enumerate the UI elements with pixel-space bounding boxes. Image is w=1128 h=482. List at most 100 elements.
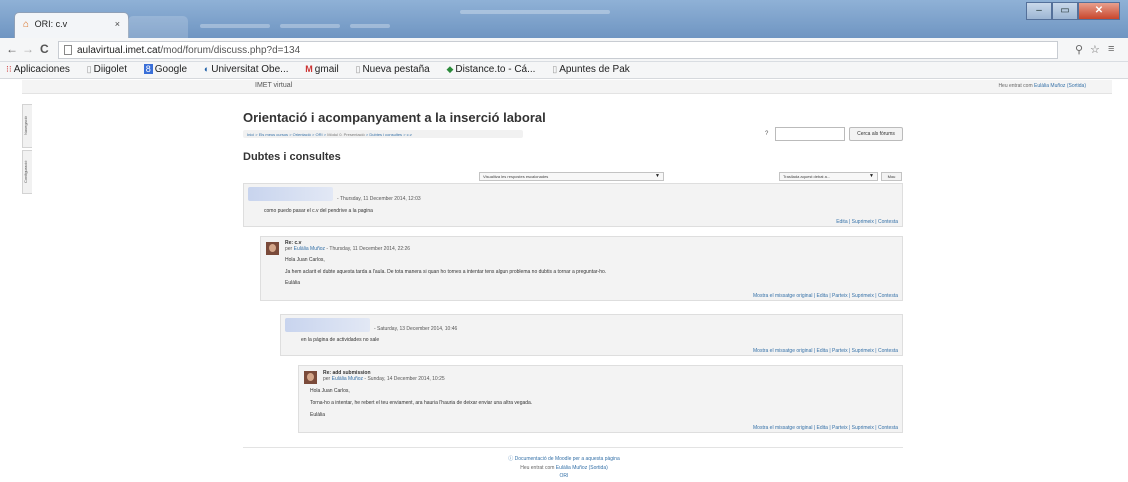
forum-search-input[interactable] xyxy=(775,127,845,141)
post-body: Torna-ho a intentar, he rebert el teu en… xyxy=(310,400,533,406)
bookmarks-bar: ⁝⁝ Aplicaciones ▯ Diigolet 8 Google ◐ Univer… xyxy=(0,62,1128,79)
page-icon: ▯ xyxy=(86,64,92,74)
footer-course-link[interactable]: ORI xyxy=(0,473,1128,479)
post-byline: per Eulàlia Muñoz - Sunday, 14 December … xyxy=(323,376,445,382)
post-author-link[interactable]: Eulàlia Muñoz xyxy=(332,376,363,382)
blurred-region xyxy=(200,24,270,28)
bookmark-google[interactable]: 8 Google xyxy=(143,64,194,75)
post-body: como puedo pasar el c.v del pendrive a l… xyxy=(264,208,373,214)
forum-search-button[interactable]: Cerca als fòrums xyxy=(849,127,903,141)
logout-link[interactable]: (Sortida) xyxy=(1067,83,1086,89)
url-path: /mod/forum/discuss.php?d=134 xyxy=(160,45,301,56)
side-tab-navigation[interactable]: Navegació xyxy=(22,104,32,148)
breadcrumb-item[interactable]: ORI xyxy=(315,132,322,137)
post-body: Eulàlia xyxy=(285,280,301,286)
post-body: Eulàlia xyxy=(310,412,326,418)
post-body: Ja hem aclarit el dubte aquesta tarda a … xyxy=(285,269,607,275)
side-tab-configuration[interactable]: Configuració xyxy=(22,150,32,194)
post-date: - Saturday, 13 December 2014, 10:46 xyxy=(374,326,458,332)
footer-user-link[interactable]: Eulàlia Muñoz xyxy=(556,465,587,471)
url-host: aulavirtual.imet.cat xyxy=(77,45,161,56)
footer-divider xyxy=(243,447,903,448)
zoom-icon[interactable]: ⚲ xyxy=(1075,43,1083,56)
breadcrumb-item[interactable]: Mòdul 0. Presentació xyxy=(327,132,365,137)
post-body: Hola Juan Carlos, xyxy=(310,388,350,394)
discussion-title: Dubtes i consultes xyxy=(243,151,341,163)
avatar[interactable] xyxy=(304,371,317,384)
dropdown-arrow-icon: ▼ xyxy=(869,173,874,179)
bookmark-gmail[interactable]: Mgmail xyxy=(305,64,345,75)
browser-titlebar: ⌂ ORI: c.v × – ▭ ✕ xyxy=(0,0,1128,38)
browser-tab-active[interactable]: ⌂ ORI: c.v × xyxy=(14,12,129,38)
breadcrumb: Inici > Els meus cursos > Orientació > O… xyxy=(243,130,523,138)
breadcrumb-item[interactable]: Orientació xyxy=(293,132,311,137)
help-icon[interactable]: ? xyxy=(765,131,768,137)
site-header: IMET virtual Heu entrat com Eulàlia Muño… xyxy=(22,80,1112,94)
google-icon: 8 xyxy=(143,64,153,74)
forum-post: - Saturday, 13 December 2014, 10:46 en l… xyxy=(280,314,903,356)
post-actions[interactable]: Edita | Suprimeix | Contesta xyxy=(836,219,898,225)
forum-post: - Thursday, 11 December 2014, 12:03 como… xyxy=(243,183,903,227)
post-author-link[interactable]: Eulàlia Muñoz xyxy=(294,246,325,252)
page-icon xyxy=(64,45,72,55)
post-body: en la página de actividades no sale xyxy=(301,337,380,343)
post-body: Hola Juan Carlos, xyxy=(285,257,325,263)
avatar[interactable] xyxy=(266,242,279,255)
move-button[interactable]: Mou xyxy=(881,172,902,181)
blurred-region xyxy=(350,24,390,28)
login-user-link[interactable]: Eulàlia Muñoz xyxy=(1034,83,1065,89)
distance-icon: ◆ xyxy=(446,64,454,74)
address-bar[interactable]: aulavirtual.imet.cat/mod/forum/discuss.p… xyxy=(58,41,1058,59)
move-discussion-select[interactable]: Trasllada aquest debat a... ▼ xyxy=(779,172,878,181)
minimize-icon[interactable]: – xyxy=(1026,2,1052,20)
site-brand[interactable]: IMET virtual xyxy=(255,82,292,89)
display-mode-select[interactable]: Visualitza les respostes escalonades ▼ xyxy=(479,172,664,181)
course-title: Orientació i acompanyament a la inserció… xyxy=(243,110,546,125)
footer-login-info: Heu entrat com Eulàlia Muñoz (Sortida) xyxy=(520,465,608,471)
back-icon[interactable]: ← xyxy=(6,42,18,56)
info-icon: ⓘ xyxy=(508,456,514,462)
menu-icon[interactable]: ≡ xyxy=(1108,43,1114,55)
browser-toolbar: ← → C aulavirtual.imet.cat/mod/forum/dis… xyxy=(0,38,1128,62)
window-controls: – ▭ ✕ xyxy=(1026,2,1120,20)
blurred-author xyxy=(285,318,370,332)
reload-icon[interactable]: C xyxy=(40,42,49,56)
post-date: - Thursday, 11 December 2014, 12:03 xyxy=(337,196,421,202)
moodle-favicon-icon: ⌂ xyxy=(23,19,30,30)
page-icon: ▯ xyxy=(552,64,558,74)
window-close-icon[interactable]: ✕ xyxy=(1078,2,1120,20)
star-icon[interactable]: ☆ xyxy=(1090,43,1100,56)
post-actions[interactable]: Mostra el missatge original | Edita | Pa… xyxy=(753,293,898,299)
moodle-docs-link[interactable]: ⓘ Documentació de Moodle per a aquesta p… xyxy=(0,455,1128,462)
gmail-icon: M xyxy=(305,64,313,74)
bookmark-distance[interactable]: ◆ Distance.to - Cá... xyxy=(447,64,543,75)
bookmark-aplicaciones[interactable]: ⁝⁝ Aplicaciones xyxy=(6,64,77,75)
uoc-icon: ◐ xyxy=(203,64,210,74)
forum-post: Re: c.v per Eulàlia Muñoz - Thursday, 11… xyxy=(260,236,903,301)
bookmark-diigolet[interactable]: ▯ Diigolet xyxy=(87,64,134,75)
blurred-region xyxy=(280,24,340,28)
breadcrumb-item[interactable]: Els meus cursos xyxy=(259,132,288,137)
tab-title: ORI: c.v xyxy=(34,19,68,29)
maximize-icon[interactable]: ▭ xyxy=(1052,2,1078,20)
post-actions[interactable]: Mostra el missatge original | Edita | Pa… xyxy=(753,425,898,431)
bookmark-apuntes[interactable]: ▯ Apuntes de Pak xyxy=(552,64,637,75)
tab-close-icon[interactable]: × xyxy=(115,19,120,29)
dropdown-arrow-icon: ▼ xyxy=(655,173,660,179)
breadcrumb-item[interactable]: Inici xyxy=(247,132,254,137)
breadcrumb-item[interactable]: Dubtes i consultes xyxy=(369,132,402,137)
forum-post: Re: add submission per Eulàlia Muñoz - S… xyxy=(298,365,903,433)
apps-icon: ⁝⁝ xyxy=(6,64,12,74)
login-info: Heu entrat com Eulàlia Muñoz (Sortida) xyxy=(998,83,1086,89)
blurred-author xyxy=(248,187,333,201)
bookmark-universitat[interactable]: ◐ Universitat Obe... xyxy=(204,64,296,75)
browser-tab-blurred[interactable] xyxy=(128,16,188,38)
post-byline: per Eulàlia Muñoz - Thursday, 11 Decembe… xyxy=(285,246,411,252)
post-actions[interactable]: Mostra el missatge original | Edita | Pa… xyxy=(753,348,898,354)
blurred-window-title xyxy=(460,10,610,14)
breadcrumb-item[interactable]: c.v xyxy=(407,132,412,137)
footer-logout-link[interactable]: (Sortida) xyxy=(589,465,608,471)
bookmark-nueva-pestana[interactable]: ▯ Nueva pestaña xyxy=(355,64,436,75)
page-icon: ▯ xyxy=(355,64,361,74)
forward-icon[interactable]: → xyxy=(22,42,34,56)
